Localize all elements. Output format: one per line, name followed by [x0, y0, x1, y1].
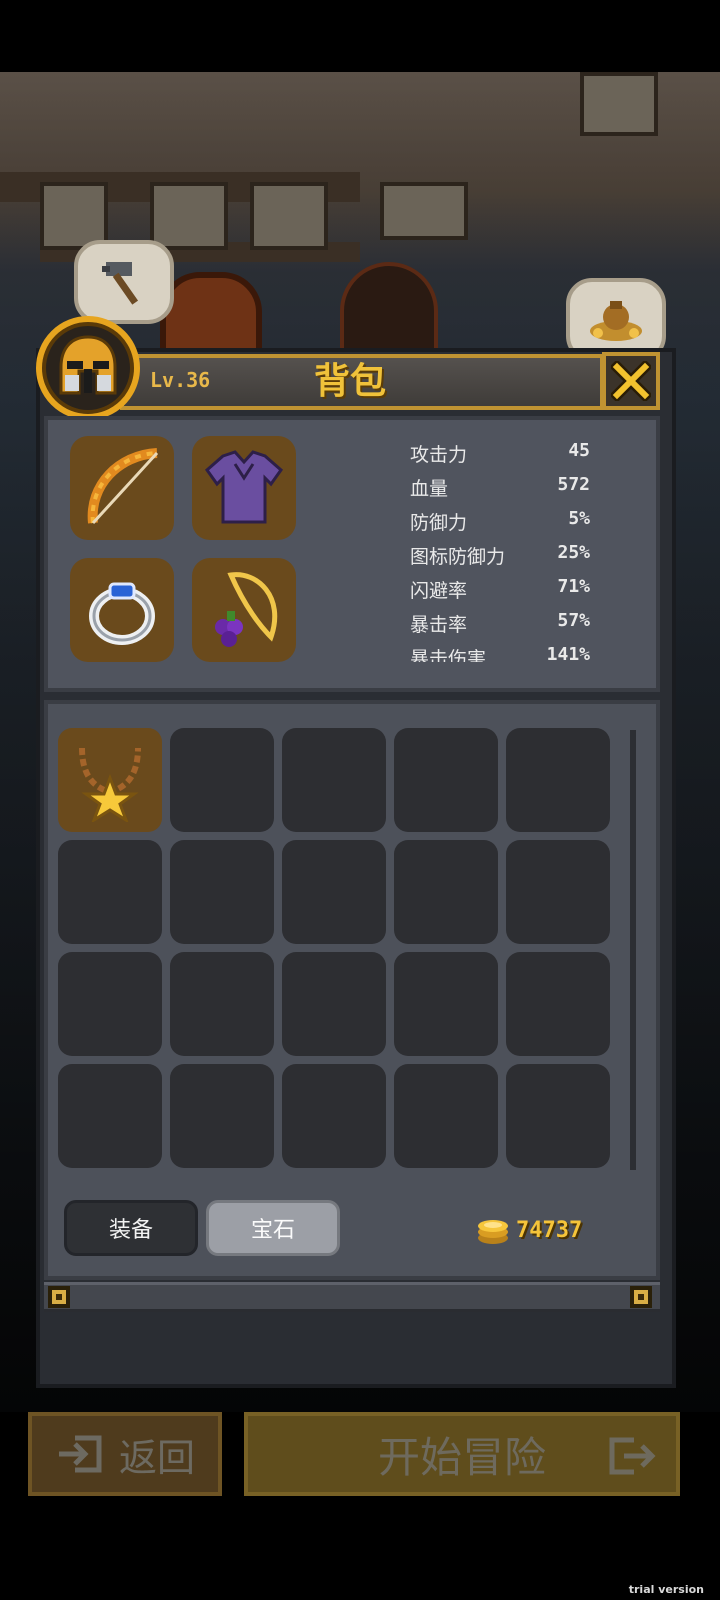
stat-crit-rate: 暴击率 57%: [410, 610, 590, 636]
forge-button[interactable]: [74, 240, 174, 324]
start-label: 开始冒险: [377, 1432, 546, 1482]
inventory-slot[interactable]: [170, 840, 274, 944]
exit-arrow-icon: [609, 1437, 656, 1475]
close-icon: [611, 361, 651, 401]
inventory-slot[interactable]: [394, 1064, 498, 1168]
knight-helmet-icon: [59, 335, 117, 395]
inventory-slot[interactable]: [170, 952, 274, 1056]
grape-necklace-icon: [215, 572, 278, 647]
stat-defense: 防御力 5%: [410, 508, 590, 534]
tab-gems[interactable]: 宝石: [206, 1200, 340, 1256]
inventory-slot[interactable]: [506, 728, 610, 832]
stat-hp: 血量 572: [410, 474, 590, 500]
money-bag-icon: [590, 301, 642, 341]
inventory-slot[interactable]: [506, 1064, 610, 1168]
close-button[interactable]: [602, 352, 660, 410]
sapphire-ring-icon: [89, 582, 155, 645]
inventory-slot[interactable]: [58, 952, 162, 1056]
inventory-scrollbar[interactable]: [630, 730, 636, 1170]
stat-icon-defense: 图标防御力 25%: [410, 542, 590, 568]
gold-amount: 74737: [516, 1217, 583, 1243]
inventory-slot[interactable]: [394, 728, 498, 832]
watermark: trial version: [628, 1583, 704, 1596]
bow-icon: [87, 448, 159, 525]
player-level: Lv.36: [150, 368, 211, 392]
avatar[interactable]: [36, 316, 140, 420]
inventory-slot[interactable]: [282, 952, 386, 1056]
inventory-slot[interactable]: [506, 952, 610, 1056]
stat-attack: 攻击力 45: [410, 440, 590, 466]
inventory-slot[interactable]: [58, 1064, 162, 1168]
inventory-slot[interactable]: [282, 728, 386, 832]
stat-crit-damage: 暴击伤害 141%: [410, 644, 590, 662]
inventory-slot[interactable]: [58, 728, 162, 832]
rivet-left-icon: [48, 1286, 70, 1308]
inventory-slot[interactable]: [170, 1064, 274, 1168]
back-button[interactable]: 返回: [28, 1412, 222, 1496]
armor-slot[interactable]: [192, 436, 296, 540]
page-title: 背包: [313, 361, 386, 402]
hammer-icon: [102, 262, 139, 305]
stat-dodge: 闪避率 71%: [410, 576, 590, 602]
inventory-slot[interactable]: [506, 840, 610, 944]
panel-bottom-rail: [44, 1282, 660, 1312]
inventory-slot[interactable]: [394, 952, 498, 1056]
purple-shirt-icon: [204, 450, 284, 524]
back-label: 返回: [118, 1435, 195, 1480]
inventory-slot[interactable]: [58, 840, 162, 944]
inventory-slot[interactable]: [282, 1064, 386, 1168]
necklace-slot[interactable]: [192, 558, 296, 662]
inventory-slot[interactable]: [170, 728, 274, 832]
tab-equipment[interactable]: 装备: [64, 1200, 198, 1256]
inventory-slot[interactable]: [394, 840, 498, 944]
enter-arrow-icon: [58, 1435, 102, 1473]
gold-coin-icon: [478, 1220, 508, 1244]
rivet-right-icon: [630, 1286, 652, 1308]
stats-list: 攻击力 45 血量 572 防御力 5% 图标防御力 25% 闪避率 71% 暴…: [410, 436, 590, 662]
start-adventure-button[interactable]: 开始冒险: [244, 1412, 680, 1496]
gold-counter: 74737: [476, 1214, 582, 1246]
ring-slot[interactable]: [70, 558, 174, 662]
inventory-slot[interactable]: [282, 840, 386, 944]
weapon-slot[interactable]: [70, 436, 174, 540]
star-amulet-icon: [79, 747, 141, 822]
